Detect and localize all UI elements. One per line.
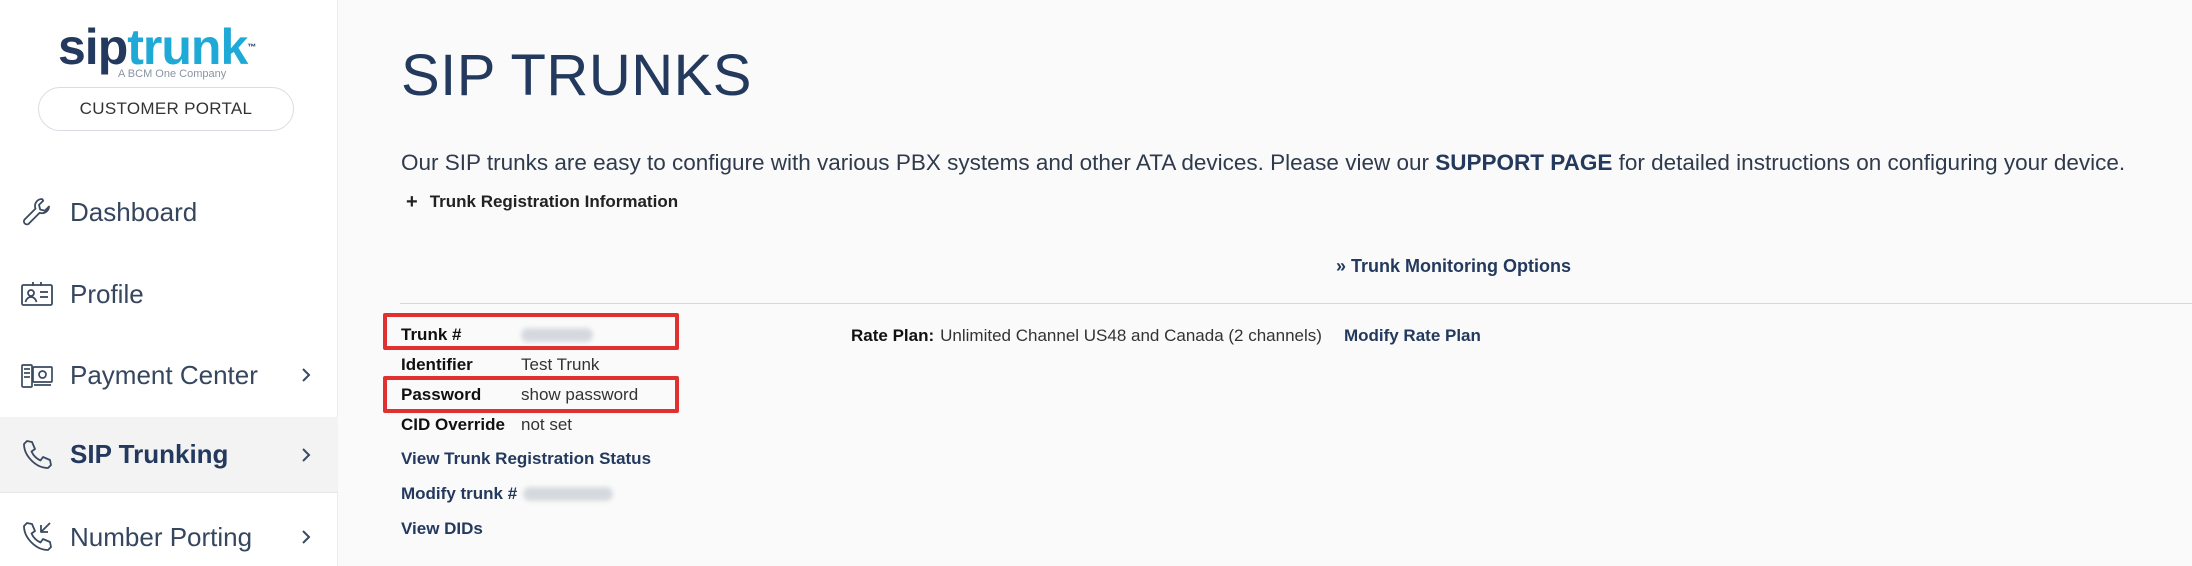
cid-override-label: CID Override: [401, 415, 505, 434]
trunk-monitoring-options-link[interactable]: » Trunk Monitoring Options: [1336, 256, 1571, 277]
cid-override-value: not set: [521, 415, 573, 434]
section-divider: [400, 303, 2192, 304]
sidebar-item-label: SIP Trunking: [70, 439, 229, 469]
modify-rate-plan-link[interactable]: Modify Rate Plan: [1344, 326, 1481, 346]
sidebar-item-payment-center[interactable]: Payment Center: [0, 337, 338, 413]
plus-icon: +: [406, 191, 418, 213]
sidebar-item-label: Profile: [70, 278, 144, 309]
view-trunk-registration-status-link[interactable]: View Trunk Registration Status: [401, 449, 651, 469]
support-page-link[interactable]: SUPPORT PAGE: [1435, 150, 1612, 175]
trunk-registration-info-label: Trunk Registration Information: [429, 192, 679, 211]
customer-portal-button[interactable]: CUSTOMER PORTAL: [38, 87, 294, 131]
phone-icon: [23, 439, 52, 469]
intro-text: Our SIP trunks are easy to configure wit…: [401, 150, 2125, 176]
trunk-registration-info-toggle[interactable]: + Trunk Registration Information: [406, 192, 678, 212]
wrench-icon: [23, 198, 50, 226]
siptrunk-logo[interactable]: siptrunk™ A BCM One Company: [58, 22, 278, 84]
identifier-value: Test Trunk: [521, 355, 600, 374]
identifier-label: Identifier: [401, 355, 473, 374]
logo-tagline: A BCM One Company: [118, 68, 227, 80]
chevron-right-icon: [302, 368, 311, 382]
sidebar-item-dashboard[interactable]: Dashboard: [0, 174, 338, 250]
phone-incoming-icon: [23, 522, 52, 551]
logo-text-trunk: trunk: [127, 19, 248, 75]
rate-plan-value: Unlimited Channel US48 and Canada (2 cha…: [940, 326, 1322, 345]
cid-override-row: CID Override not set: [401, 415, 572, 435]
sidebar-item-profile[interactable]: Profile: [0, 256, 338, 332]
rate-plan-label: Rate Plan:: [851, 326, 935, 345]
identifier-row: Identifier Test Trunk: [401, 355, 599, 375]
sidebar-item-label: Number Porting: [70, 521, 253, 552]
trunk-number-highlight: [383, 313, 679, 350]
page-title: SIP TRUNKS: [401, 43, 752, 108]
sidebar: siptrunk™ A BCM One Company CUSTOMER POR…: [0, 0, 338, 566]
logo-text-sip: sip: [58, 19, 128, 75]
password-highlight: [383, 376, 679, 413]
main-content: SIP TRUNKS Our SIP trunks are easy to co…: [383, 0, 2192, 566]
modify-trunk-row: Modify trunk #: [401, 484, 614, 504]
modify-trunk-number-redacted: [523, 487, 614, 501]
sidebar-item-label: Payment Center: [70, 359, 258, 390]
payment-icon: [21, 364, 53, 388]
rate-plan-row: Rate Plan: Unlimited Channel US48 and Ca…: [851, 326, 1481, 346]
id-card-icon: [21, 282, 53, 306]
chevron-right-icon: [302, 447, 311, 462]
sidebar-item-number-porting[interactable]: Number Porting: [0, 499, 338, 566]
sidebar-item-sip-trunking[interactable]: SIP Trunking: [0, 417, 338, 493]
intro-text-before: Our SIP trunks are easy to configure wit…: [401, 150, 1436, 175]
view-dids-link[interactable]: View DIDs: [401, 519, 483, 539]
logo-trademark: ™: [247, 42, 256, 52]
intro-text-after: for detailed instructions on configuring…: [1612, 150, 2126, 175]
modify-trunk-link[interactable]: Modify trunk #: [401, 484, 517, 504]
chevron-right-icon: [302, 530, 311, 544]
sidebar-item-label: Dashboard: [70, 196, 198, 227]
